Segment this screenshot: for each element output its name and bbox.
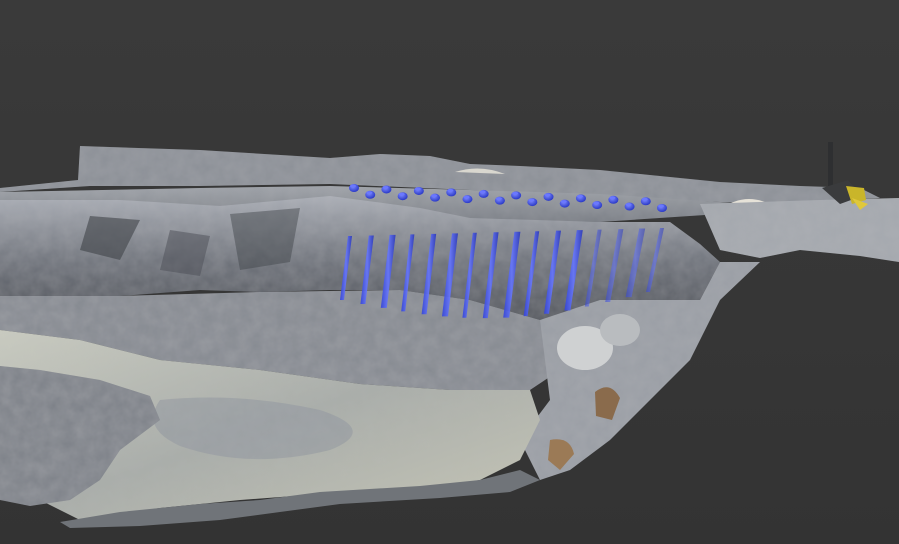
survey-marker[interactable] xyxy=(575,194,586,203)
survey-marker[interactable] xyxy=(462,195,473,204)
survey-marker[interactable] xyxy=(413,186,424,195)
survey-marker[interactable] xyxy=(430,193,441,202)
scene-canvas[interactable] xyxy=(0,0,899,544)
survey-marker[interactable] xyxy=(559,199,570,208)
survey-marker[interactable] xyxy=(446,188,457,197)
survey-marker[interactable] xyxy=(640,197,651,206)
survey-marker[interactable] xyxy=(478,189,489,198)
survey-marker[interactable] xyxy=(511,191,522,200)
survey-marker[interactable] xyxy=(397,192,408,201)
survey-marker[interactable] xyxy=(657,204,667,212)
survey-marker[interactable] xyxy=(365,190,376,199)
survey-marker[interactable] xyxy=(592,201,603,210)
survey-marker[interactable] xyxy=(608,195,619,204)
survey-marker[interactable] xyxy=(349,184,359,192)
survey-marker[interactable] xyxy=(494,196,505,205)
survey-marker[interactable] xyxy=(381,185,392,194)
survey-marker[interactable] xyxy=(624,202,635,211)
survey-marker[interactable] xyxy=(527,198,538,207)
3d-viewport[interactable] xyxy=(0,0,899,544)
survey-marker[interactable] xyxy=(543,192,554,201)
